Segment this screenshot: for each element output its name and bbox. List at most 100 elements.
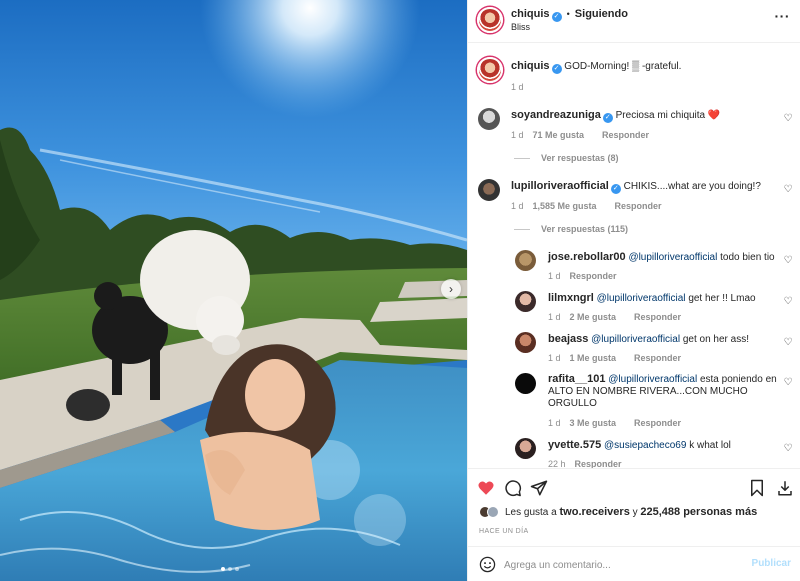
reply-time: 1 d xyxy=(548,418,561,428)
reply-text: k what lol xyxy=(689,440,731,451)
view-replies-button[interactable]: Ver respuestas (115) xyxy=(514,224,628,234)
comment-username[interactable]: soyandreazuniga xyxy=(511,109,601,121)
emoji-icon[interactable] xyxy=(479,556,496,573)
bookmark-icon[interactable] xyxy=(748,479,766,497)
avatar[interactable] xyxy=(515,373,536,394)
carousel-dot xyxy=(228,567,232,571)
publish-button[interactable]: Publicar xyxy=(752,558,791,569)
heart-filled-icon[interactable] xyxy=(477,479,495,497)
avatar[interactable] xyxy=(515,250,536,271)
avatar[interactable] xyxy=(478,179,500,201)
view-replies-label: Ver respuestas (115) xyxy=(541,224,629,234)
avatar[interactable] xyxy=(515,438,536,459)
heart-outline-icon[interactable]: ♡ xyxy=(783,114,793,124)
heart-outline-icon[interactable]: ♡ xyxy=(783,185,793,195)
heart-outline-icon[interactable]: ♡ xyxy=(783,338,793,348)
comment-input[interactable] xyxy=(504,556,724,574)
verified-badge-icon: ✓ xyxy=(551,12,562,22)
comment-time: 1 d xyxy=(511,130,524,140)
reply-button[interactable]: Responder xyxy=(570,271,617,281)
carousel-dot xyxy=(235,567,239,571)
reply-text-line3: ORGULLO xyxy=(548,398,597,409)
verified-badge-icon: ✓ xyxy=(551,64,562,74)
verified-badge-icon: ✓ xyxy=(610,184,621,194)
likes-prefix: Les gusta a xyxy=(505,506,557,518)
comments-list: chiquis ✓ GOD-Morning! ▒ -grateful. 1 d s… xyxy=(468,44,800,468)
reply-likes[interactable]: 2 Me gusta xyxy=(570,312,617,322)
caption-username[interactable]: chiquis xyxy=(511,60,550,72)
caption-text: GOD-Morning! ▒ -grateful. xyxy=(564,61,682,72)
reply-username[interactable]: rafita__101 xyxy=(548,373,606,385)
comment-likes[interactable]: 1,585 Me gusta xyxy=(533,201,597,211)
share-icon[interactable] xyxy=(530,479,548,497)
reply-button[interactable]: Responder xyxy=(634,312,681,322)
divider xyxy=(514,157,530,159)
reply-button[interactable]: Responder xyxy=(634,353,681,363)
reply-text: todo bien tio xyxy=(720,252,775,263)
post-header: chiquis ✓ • Siguiendo Bliss ··· xyxy=(468,0,800,43)
separator: • xyxy=(566,9,570,19)
avatar[interactable] xyxy=(515,291,536,312)
post-actions: Les gusta a two.receivers y 225,488 pers… xyxy=(468,468,800,546)
heart-outline-icon[interactable]: ♡ xyxy=(783,444,793,454)
post-location[interactable]: Bliss xyxy=(511,22,530,32)
likes-user[interactable]: two.receivers xyxy=(560,506,630,518)
likes-summary: Les gusta a two.receivers y 225,488 pers… xyxy=(479,506,757,518)
reply-text: get her !! Lmao xyxy=(688,293,756,304)
download-icon[interactable] xyxy=(776,479,794,497)
reply-time: 1 d xyxy=(548,312,561,322)
carousel-dot xyxy=(221,567,225,571)
more-horizontal-icon[interactable]: ··· xyxy=(775,9,791,23)
heart-outline-icon[interactable]: ♡ xyxy=(783,378,793,388)
reply-time: 1 d xyxy=(548,353,561,363)
reply-mention[interactable]: @lupilloriveraofficial xyxy=(591,334,680,345)
reply-text-line2: ALTO EN NOMBRE RIVERA...CON MUCHO xyxy=(548,386,748,397)
reply-button[interactable]: Responder xyxy=(602,130,649,140)
reply-mention[interactable]: @lupilloriveraofficial xyxy=(608,374,697,385)
avatar[interactable] xyxy=(477,57,503,83)
post-timestamp: HACE UN DÍA xyxy=(479,528,529,535)
avatar[interactable] xyxy=(515,332,536,353)
reply-likes[interactable]: 1 Me gusta xyxy=(570,353,617,363)
comment-username[interactable]: lupilloriveraofficial xyxy=(511,180,609,192)
carousel-next-button[interactable]: › xyxy=(441,279,461,299)
following-button[interactable]: Siguiendo xyxy=(575,8,628,20)
reply-username[interactable]: beajass xyxy=(548,333,588,345)
view-replies-label: Ver respuestas (8) xyxy=(541,153,619,163)
author-username[interactable]: chiquis xyxy=(511,8,550,20)
comment-composer: Publicar xyxy=(468,546,800,581)
likes-count[interactable]: 225,488 personas más xyxy=(640,506,757,518)
comment-text: Preciosa mi chiquita ❤️ xyxy=(615,110,721,121)
heart-outline-icon[interactable]: ♡ xyxy=(783,256,793,266)
chevron-right-icon: › xyxy=(449,282,453,296)
reply-username[interactable]: yvette.575 xyxy=(548,439,601,451)
photo-scene xyxy=(0,0,467,581)
reply-likes[interactable]: 3 Me gusta xyxy=(570,418,617,428)
reply-mention[interactable]: @lupilloriveraofficial xyxy=(597,293,686,304)
comment-text: CHIKIS....what are you doing!? xyxy=(623,181,761,192)
post-photo[interactable]: › xyxy=(0,0,467,581)
reply-button[interactable]: Responder xyxy=(634,418,681,428)
reply-username[interactable]: lilmxngrl xyxy=(548,292,594,304)
reply-mention[interactable]: @susiepacheco69 xyxy=(604,440,686,451)
reply-text: get on her ass! xyxy=(682,334,749,345)
reply-text-line1: esta poniendo en xyxy=(699,374,777,385)
reply-username[interactable]: jose.rebollar00 xyxy=(548,251,626,263)
post-modal: › chiquis ✓ • Siguiendo Bliss ··· chiqui… xyxy=(0,0,800,581)
comment-likes[interactable]: 71 Me gusta xyxy=(533,130,585,140)
likes-and: y xyxy=(632,506,638,518)
avatar xyxy=(487,506,499,518)
avatar[interactable] xyxy=(477,7,503,33)
carousel-indicator xyxy=(221,567,239,571)
divider xyxy=(514,228,530,230)
reply-time: 22 h xyxy=(548,459,566,468)
avatar[interactable] xyxy=(478,108,500,130)
verified-badge-icon: ✓ xyxy=(602,113,613,123)
reply-button[interactable]: Responder xyxy=(615,201,662,211)
comment-time: 1 d xyxy=(511,201,524,211)
comment-icon[interactable] xyxy=(504,479,522,497)
reply-button[interactable]: Responder xyxy=(575,459,622,468)
view-replies-button[interactable]: Ver respuestas (8) xyxy=(514,153,619,163)
reply-mention[interactable]: @lupilloriveraofficial xyxy=(628,252,717,263)
heart-outline-icon[interactable]: ♡ xyxy=(783,297,793,307)
